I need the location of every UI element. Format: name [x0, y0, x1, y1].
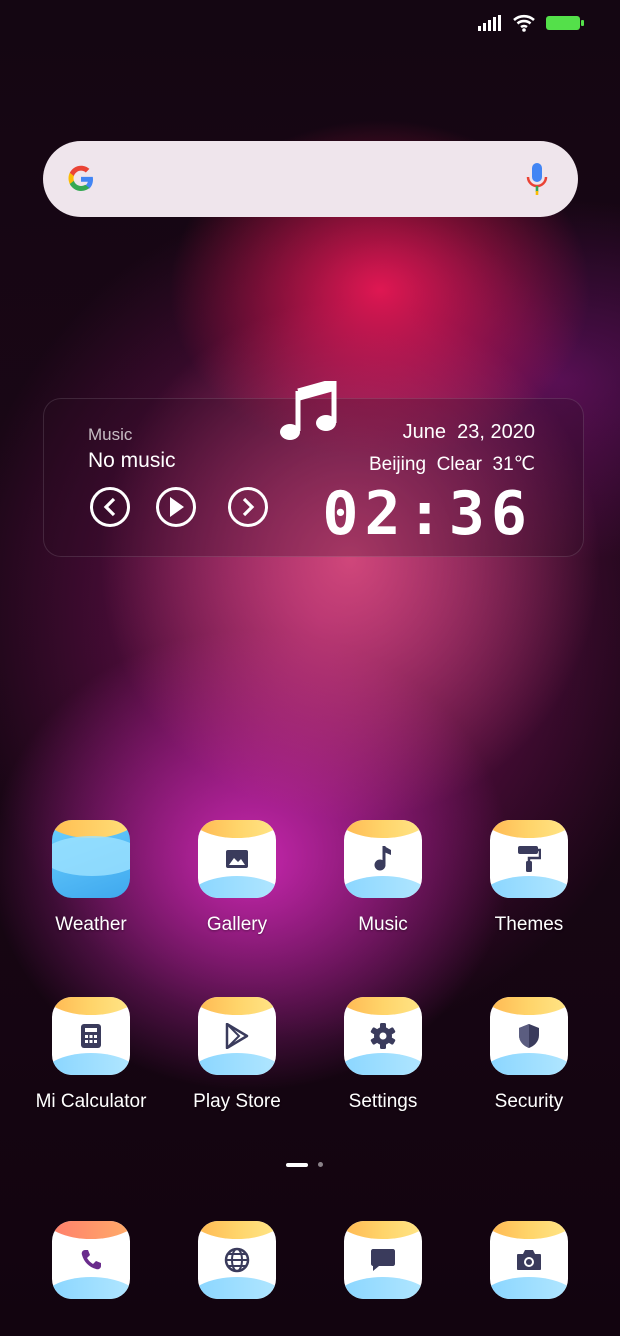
- chevron-right-icon: [242, 497, 255, 517]
- music-note-icon: [280, 381, 337, 440]
- app-label: Mi Calculator: [35, 1091, 147, 1112]
- play-button[interactable]: [156, 487, 196, 527]
- chevron-left-icon: [103, 497, 116, 517]
- status-bar: [478, 14, 584, 32]
- app-settings[interactable]: Settings: [310, 997, 456, 1113]
- app-label: Security: [494, 1091, 564, 1112]
- play-icon: [170, 497, 184, 517]
- app-label: Weather: [55, 914, 127, 935]
- app-play-store[interactable]: Play Store: [164, 997, 310, 1113]
- app-music[interactable]: Music: [310, 820, 456, 936]
- app-label: Settings: [348, 1091, 418, 1112]
- music-note-icon: [344, 820, 422, 898]
- music-clock-widget: Music No music June 23, 2020 Beijing Cle…: [43, 381, 584, 557]
- dock-messages[interactable]: [310, 1221, 456, 1299]
- google-logo-icon: [68, 165, 93, 191]
- shield-icon: [490, 997, 568, 1075]
- paint-roller-icon: [490, 820, 568, 898]
- next-button[interactable]: [228, 487, 268, 527]
- page-dot[interactable]: [318, 1162, 323, 1167]
- music-label: Music: [88, 425, 133, 444]
- weather-text: Beijing Clear 31℃: [368, 454, 535, 475]
- phone-icon: [52, 1221, 130, 1299]
- track-title: No music: [88, 449, 176, 472]
- microphone-icon[interactable]: [526, 163, 548, 195]
- clock-time: 02:36: [322, 479, 533, 549]
- signal-icon: [478, 15, 501, 31]
- app-weather[interactable]: Weather: [18, 820, 164, 936]
- dock-camera[interactable]: [456, 1221, 602, 1299]
- app-security[interactable]: Security: [456, 997, 602, 1113]
- gallery-icon: [198, 820, 276, 898]
- page-dot-active[interactable]: [286, 1162, 308, 1167]
- previous-button[interactable]: [90, 487, 130, 527]
- messages-icon: [344, 1221, 422, 1299]
- play-store-icon: [198, 997, 276, 1075]
- app-label: Gallery: [206, 914, 268, 935]
- calculator-icon: [52, 997, 130, 1075]
- date-text: June 23, 2020: [402, 421, 535, 443]
- dock-phone[interactable]: [18, 1221, 164, 1299]
- battery-icon: [546, 16, 584, 30]
- camera-icon: [490, 1221, 568, 1299]
- weather-icon: [52, 820, 130, 898]
- app-label: Music: [358, 914, 408, 935]
- app-mi-calculator[interactable]: Mi Calculator: [18, 997, 164, 1113]
- app-themes[interactable]: Themes: [456, 820, 602, 936]
- dock-browser[interactable]: [164, 1221, 310, 1299]
- browser-globe-icon: [198, 1221, 276, 1299]
- app-gallery[interactable]: Gallery: [164, 820, 310, 936]
- app-label: Themes: [494, 914, 564, 935]
- wifi-icon: [513, 14, 535, 32]
- gear-icon: [344, 997, 422, 1075]
- app-label: Play Store: [193, 1091, 281, 1112]
- page-indicator[interactable]: [286, 1162, 323, 1167]
- google-search-bar[interactable]: [43, 141, 578, 217]
